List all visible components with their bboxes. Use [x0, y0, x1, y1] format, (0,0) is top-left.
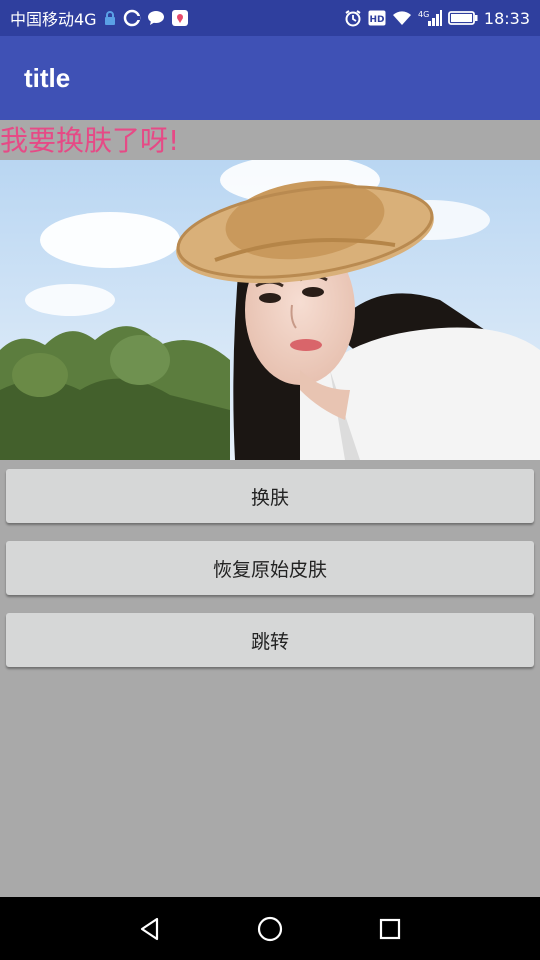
jump-button[interactable]: 跳转: [6, 613, 534, 667]
app-bar: title: [0, 36, 540, 120]
status-bar: 中国移动4G HD 4G 18:33: [0, 0, 540, 36]
lock-icon: [103, 10, 117, 26]
home-circle-icon[interactable]: [230, 897, 310, 960]
portrait-photo: [0, 160, 540, 460]
svg-text:HD: HD: [369, 15, 384, 25]
alarm-icon: [344, 9, 362, 27]
sync-icon: [123, 9, 141, 27]
chat-icon: [147, 10, 165, 26]
restore-skin-button[interactable]: 恢复原始皮肤: [6, 541, 534, 595]
hd-icon: HD: [368, 10, 386, 26]
status-left: 中国移动4G: [10, 6, 189, 30]
skin-text-label: 我要换肤了呀!: [0, 124, 180, 157]
app-bar-title: title: [24, 62, 71, 93]
signal-4g-icon: 4G: [418, 9, 442, 27]
map-pin-icon: [171, 9, 189, 27]
clock: 18:33: [483, 8, 530, 28]
status-right: HD 4G 18:33: [344, 9, 530, 28]
wifi-icon: [392, 10, 412, 26]
change-skin-button[interactable]: 换肤: [6, 469, 534, 523]
battery-icon: [447, 10, 478, 26]
recent-square-icon[interactable]: [350, 897, 430, 960]
navigation-bar: [0, 897, 540, 960]
main-content: 我要换肤了呀! 换肤 恢复原始皮肤 跳转: [0, 120, 540, 897]
back-triangle-icon[interactable]: [110, 897, 190, 960]
carrier-label: 中国移动4G: [10, 10, 97, 29]
svg-text:4G: 4G: [418, 10, 429, 19]
